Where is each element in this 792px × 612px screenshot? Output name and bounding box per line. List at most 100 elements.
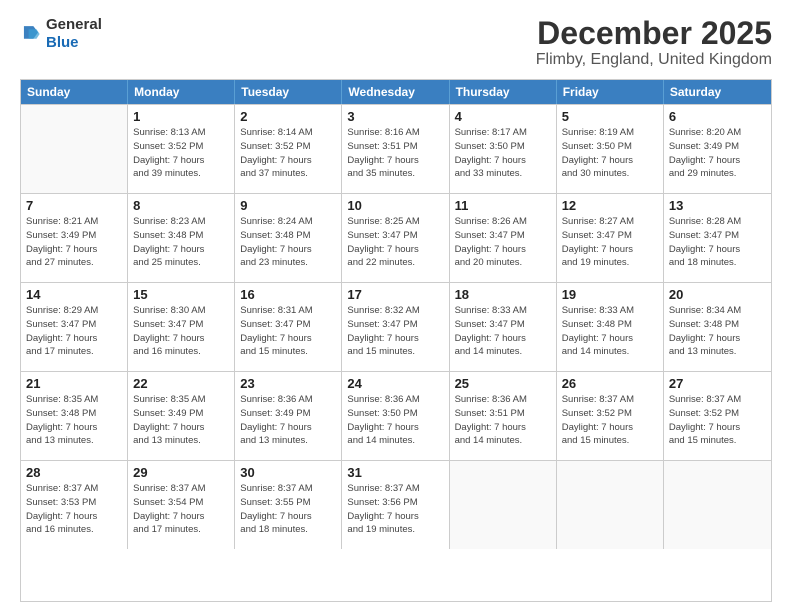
- day-number: 21: [26, 376, 122, 391]
- day-info: Sunrise: 8:20 AM Sunset: 3:49 PM Dayligh…: [669, 126, 766, 181]
- calendar-cell: 12Sunrise: 8:27 AM Sunset: 3:47 PM Dayli…: [557, 194, 664, 282]
- day-number: 1: [133, 109, 229, 124]
- calendar-cell: 15 Sunrise: 8:30 AM Sunset: 3:47 PM Dayli…: [128, 283, 235, 371]
- calendar-row: 7 Sunrise: 8:21 AM Sunset: 3:49 PM Daylig…: [21, 193, 771, 282]
- calendar-row: 14 Sunrise: 8:29 AM Sunset: 3:47 PM Dayli…: [21, 282, 771, 371]
- header: General Blue December 2025 Flimby, Engla…: [20, 16, 772, 69]
- calendar-cell: [664, 461, 771, 549]
- calendar-cell: [450, 461, 557, 549]
- calendar: SundayMondayTuesdayWednesdayThursdayFrid…: [20, 79, 772, 602]
- day-info: Sunrise: 8:33 AM Sunset: 3:48 PM Dayligh…: [562, 304, 658, 359]
- day-info: Sunrise: 8:24 AM Sunset: 3:48 PM Dayligh…: [240, 215, 336, 270]
- calendar-row: 28 Sunrise: 8:37 AM Sunset: 3:53 PM Dayli…: [21, 460, 771, 549]
- day-info: Sunrise: 8:31 AM Sunset: 3:47 PM Dayligh…: [240, 304, 336, 359]
- location-title: Flimby, England, United Kingdom: [536, 51, 772, 69]
- day-info: Sunrise: 8:28 AM Sunset: 3:47 PM Dayligh…: [669, 215, 766, 270]
- calendar-cell: 31 Sunrise: 8:37 AM Sunset: 3:56 PM Dayli…: [342, 461, 449, 549]
- day-number: 27: [669, 376, 766, 391]
- calendar-header: SundayMondayTuesdayWednesdayThursdayFrid…: [21, 80, 771, 104]
- day-info: Sunrise: 8:33 AM Sunset: 3:47 PM Dayligh…: [455, 304, 551, 359]
- calendar-cell: 29 Sunrise: 8:37 AM Sunset: 3:54 PM Dayli…: [128, 461, 235, 549]
- day-info: Sunrise: 8:25 AM Sunset: 3:47 PM Dayligh…: [347, 215, 443, 270]
- calendar-cell: 30 Sunrise: 8:37 AM Sunset: 3:55 PM Dayli…: [235, 461, 342, 549]
- day-number: 13: [669, 198, 766, 213]
- calendar-cell: 21 Sunrise: 8:35 AM Sunset: 3:48 PM Dayli…: [21, 372, 128, 460]
- day-info: Sunrise: 8:36 AM Sunset: 3:51 PM Dayligh…: [455, 393, 551, 448]
- calendar-cell: 3 Sunrise: 8:16 AM Sunset: 3:51 PM Daylig…: [342, 105, 449, 193]
- calendar-cell: 17Sunrise: 8:32 AM Sunset: 3:47 PM Dayli…: [342, 283, 449, 371]
- day-number: 31: [347, 465, 443, 480]
- calendar-cell: 25Sunrise: 8:36 AM Sunset: 3:51 PM Dayli…: [450, 372, 557, 460]
- day-number: 4: [455, 109, 551, 124]
- calendar-cell: 10Sunrise: 8:25 AM Sunset: 3:47 PM Dayli…: [342, 194, 449, 282]
- day-info: Sunrise: 8:29 AM Sunset: 3:47 PM Dayligh…: [26, 304, 122, 359]
- day-info: Sunrise: 8:26 AM Sunset: 3:47 PM Dayligh…: [455, 215, 551, 270]
- calendar-cell: 2Sunrise: 8:14 AM Sunset: 3:52 PM Daylig…: [235, 105, 342, 193]
- calendar-cell: 24 Sunrise: 8:36 AM Sunset: 3:50 PM Dayli…: [342, 372, 449, 460]
- day-info: Sunrise: 8:21 AM Sunset: 3:49 PM Dayligh…: [26, 215, 122, 270]
- day-number: 3: [347, 109, 443, 124]
- calendar-cell: [557, 461, 664, 549]
- day-number: 24: [347, 376, 443, 391]
- day-info: Sunrise: 8:37 AM Sunset: 3:55 PM Dayligh…: [240, 482, 336, 537]
- weekday-header: Friday: [557, 80, 664, 104]
- calendar-cell: 9 Sunrise: 8:24 AM Sunset: 3:48 PM Daylig…: [235, 194, 342, 282]
- day-info: Sunrise: 8:35 AM Sunset: 3:48 PM Dayligh…: [26, 393, 122, 448]
- day-info: Sunrise: 8:36 AM Sunset: 3:49 PM Dayligh…: [240, 393, 336, 448]
- title-block: December 2025 Flimby, England, United Ki…: [536, 16, 772, 69]
- logo-blue: Blue: [46, 34, 79, 51]
- logo-general: General: [46, 16, 102, 33]
- day-number: 26: [562, 376, 658, 391]
- day-info: Sunrise: 8:37 AM Sunset: 3:54 PM Dayligh…: [133, 482, 229, 537]
- day-number: 28: [26, 465, 122, 480]
- day-info: Sunrise: 8:32 AM Sunset: 3:47 PM Dayligh…: [347, 304, 443, 359]
- calendar-cell: 6Sunrise: 8:20 AM Sunset: 3:49 PM Daylig…: [664, 105, 771, 193]
- day-number: 5: [562, 109, 658, 124]
- day-number: 15: [133, 287, 229, 302]
- calendar-cell: 28 Sunrise: 8:37 AM Sunset: 3:53 PM Dayli…: [21, 461, 128, 549]
- weekday-header: Thursday: [450, 80, 557, 104]
- day-number: 19: [562, 287, 658, 302]
- page: General Blue December 2025 Flimby, Engla…: [0, 0, 792, 612]
- calendar-body: 1Sunrise: 8:13 AM Sunset: 3:52 PM Daylig…: [21, 104, 771, 549]
- calendar-cell: 8Sunrise: 8:23 AM Sunset: 3:48 PM Daylig…: [128, 194, 235, 282]
- day-number: 22: [133, 376, 229, 391]
- day-number: 29: [133, 465, 229, 480]
- day-number: 12: [562, 198, 658, 213]
- weekday-header: Tuesday: [235, 80, 342, 104]
- day-info: Sunrise: 8:34 AM Sunset: 3:48 PM Dayligh…: [669, 304, 766, 359]
- day-number: 7: [26, 198, 122, 213]
- day-info: Sunrise: 8:37 AM Sunset: 3:52 PM Dayligh…: [562, 393, 658, 448]
- calendar-cell: 18 Sunrise: 8:33 AM Sunset: 3:47 PM Dayli…: [450, 283, 557, 371]
- day-info: Sunrise: 8:37 AM Sunset: 3:52 PM Dayligh…: [669, 393, 766, 448]
- day-number: 18: [455, 287, 551, 302]
- logo-icon: [20, 23, 42, 45]
- calendar-cell: 4 Sunrise: 8:17 AM Sunset: 3:50 PM Daylig…: [450, 105, 557, 193]
- day-info: Sunrise: 8:17 AM Sunset: 3:50 PM Dayligh…: [455, 126, 551, 181]
- logo: General Blue: [20, 16, 102, 52]
- calendar-cell: 16Sunrise: 8:31 AM Sunset: 3:47 PM Dayli…: [235, 283, 342, 371]
- logo-text: General Blue: [46, 16, 102, 52]
- day-info: Sunrise: 8:19 AM Sunset: 3:50 PM Dayligh…: [562, 126, 658, 181]
- day-info: Sunrise: 8:23 AM Sunset: 3:48 PM Dayligh…: [133, 215, 229, 270]
- calendar-cell: 13 Sunrise: 8:28 AM Sunset: 3:47 PM Dayli…: [664, 194, 771, 282]
- calendar-row: 1Sunrise: 8:13 AM Sunset: 3:52 PM Daylig…: [21, 104, 771, 193]
- day-info: Sunrise: 8:14 AM Sunset: 3:52 PM Dayligh…: [240, 126, 336, 181]
- day-info: Sunrise: 8:37 AM Sunset: 3:56 PM Dayligh…: [347, 482, 443, 537]
- calendar-cell: 20 Sunrise: 8:34 AM Sunset: 3:48 PM Dayli…: [664, 283, 771, 371]
- calendar-row: 21 Sunrise: 8:35 AM Sunset: 3:48 PM Dayli…: [21, 371, 771, 460]
- day-info: Sunrise: 8:35 AM Sunset: 3:49 PM Dayligh…: [133, 393, 229, 448]
- day-info: Sunrise: 8:36 AM Sunset: 3:50 PM Dayligh…: [347, 393, 443, 448]
- day-info: Sunrise: 8:37 AM Sunset: 3:53 PM Dayligh…: [26, 482, 122, 537]
- day-number: 9: [240, 198, 336, 213]
- calendar-cell: 5 Sunrise: 8:19 AM Sunset: 3:50 PM Daylig…: [557, 105, 664, 193]
- calendar-cell: 26 Sunrise: 8:37 AM Sunset: 3:52 PM Dayli…: [557, 372, 664, 460]
- day-number: 23: [240, 376, 336, 391]
- month-title: December 2025: [536, 16, 772, 51]
- day-number: 30: [240, 465, 336, 480]
- weekday-header: Wednesday: [342, 80, 449, 104]
- day-info: Sunrise: 8:30 AM Sunset: 3:47 PM Dayligh…: [133, 304, 229, 359]
- day-number: 14: [26, 287, 122, 302]
- day-info: Sunrise: 8:16 AM Sunset: 3:51 PM Dayligh…: [347, 126, 443, 181]
- day-number: 20: [669, 287, 766, 302]
